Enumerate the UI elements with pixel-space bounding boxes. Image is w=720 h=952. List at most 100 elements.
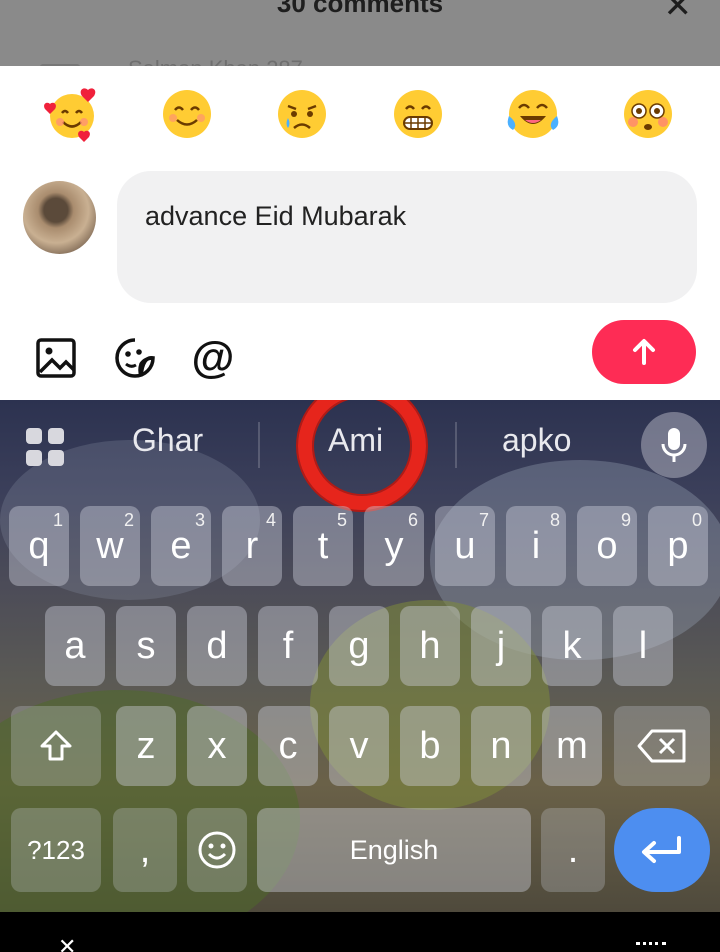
microphone-button[interactable] — [641, 412, 707, 478]
key-hint-number: 8 — [549, 510, 560, 530]
navigation-bar: ✕ — [0, 912, 720, 952]
key-z[interactable]: z — [116, 706, 176, 786]
smiling-face-icon[interactable] — [159, 86, 215, 142]
key-i[interactable]: i8 — [506, 506, 566, 586]
key-label: i — [531, 524, 541, 567]
symbols-key[interactable]: ?123 — [11, 808, 101, 892]
flushed-face-icon[interactable] — [620, 86, 676, 142]
key-label: f — [282, 624, 294, 667]
emoji-quick-bar — [0, 86, 720, 146]
key-n[interactable]: n — [471, 706, 531, 786]
key-label: l — [638, 624, 648, 667]
comment-panel: advance Eid Mubarak @ — [0, 66, 720, 400]
key-label: k — [562, 624, 582, 667]
key-p[interactable]: p0 — [648, 506, 708, 586]
crying-face-icon[interactable] — [274, 86, 330, 142]
key-f[interactable]: f — [258, 606, 318, 686]
microphone-icon — [661, 428, 687, 462]
key-s[interactable]: s — [116, 606, 176, 686]
key-x[interactable]: x — [187, 706, 247, 786]
enter-arrow-icon — [642, 836, 681, 863]
key-hint-number: 3 — [194, 510, 205, 530]
key-label: a — [64, 624, 86, 667]
key-hint-number: 2 — [123, 510, 134, 530]
key-label: q — [28, 524, 50, 567]
comment-input-text[interactable]: advance Eid Mubarak — [145, 201, 406, 232]
key-a[interactable]: a — [45, 606, 105, 686]
arrow-up-icon — [633, 339, 655, 365]
apps-grid-icon[interactable] — [24, 426, 66, 468]
key-label: w — [96, 524, 124, 567]
image-icon[interactable] — [34, 336, 78, 380]
enter-key[interactable] — [614, 808, 710, 892]
mention-icon[interactable]: @ — [191, 336, 235, 380]
hide-keyboard-icon[interactable]: ✕ — [58, 934, 76, 952]
key-hint-number: 4 — [265, 510, 276, 530]
key-label: e — [170, 524, 192, 567]
key-label: o — [596, 524, 618, 567]
key-k[interactable]: k — [542, 606, 602, 686]
key-g[interactable]: g — [329, 606, 389, 686]
key-label: c — [278, 724, 298, 767]
period-key[interactable]: . — [541, 808, 605, 892]
emoji-key[interactable] — [187, 808, 247, 892]
key-w[interactable]: w2 — [80, 506, 140, 586]
behind-username: Salman Khan 287 — [128, 56, 303, 66]
key-u[interactable]: u7 — [435, 506, 495, 586]
user-avatar — [23, 181, 96, 254]
key-o[interactable]: o9 — [577, 506, 637, 586]
tears-of-joy-icon[interactable] — [505, 86, 561, 142]
backspace-icon — [637, 729, 686, 763]
backspace-key[interactable] — [614, 706, 710, 786]
suggestion-1[interactable]: Ghar — [132, 422, 203, 459]
send-button[interactable] — [592, 320, 696, 384]
suggestion-3[interactable]: apko — [502, 422, 571, 459]
smiling-face-with-hearts-icon[interactable] — [44, 86, 100, 142]
key-label: d — [206, 624, 228, 667]
key-d[interactable]: d — [187, 606, 247, 686]
behind-comment: Salman Khan 287 — [40, 56, 380, 66]
comma-key[interactable]: , — [113, 808, 177, 892]
comments-count-title: 30 comments — [276, 0, 444, 18]
highlight-circle — [298, 400, 426, 510]
key-label: y — [384, 524, 404, 567]
suggestion-divider — [258, 422, 260, 468]
key-r[interactable]: r4 — [222, 506, 282, 586]
key-t[interactable]: t5 — [293, 506, 353, 586]
key-h[interactable]: h — [400, 606, 460, 686]
key-b[interactable]: b — [400, 706, 460, 786]
key-y[interactable]: y6 — [364, 506, 424, 586]
key-label: u — [454, 524, 476, 567]
key-v[interactable]: v — [329, 706, 389, 786]
comment-input[interactable]: advance Eid Mubarak — [117, 171, 697, 303]
key-hint-number: 1 — [52, 510, 63, 530]
shift-key[interactable] — [11, 706, 101, 786]
key-label: p — [667, 524, 689, 567]
keyboard-switch-icon[interactable] — [636, 942, 666, 948]
grinning-face-icon[interactable] — [390, 86, 446, 142]
comments-header: 30 comments ✕ Salman Khan 287 — [0, 0, 720, 66]
close-icon[interactable]: ✕ — [664, 0, 693, 26]
key-label: n — [490, 724, 512, 767]
key-l[interactable]: l — [613, 606, 673, 686]
key-c[interactable]: c — [258, 706, 318, 786]
key-label: g — [348, 624, 370, 667]
sticker-icon[interactable] — [113, 336, 157, 380]
suggestion-divider — [455, 422, 457, 468]
emoji-face-icon — [198, 831, 236, 869]
soft-keyboard: Ghar Ami apko q1w2e3r4t5y6u7i8o9p0 asdfg… — [0, 400, 720, 912]
key-j[interactable]: j — [471, 606, 531, 686]
suggestion-bar: Ghar Ami apko — [0, 400, 720, 510]
key-hint-number: 7 — [478, 510, 489, 530]
key-e[interactable]: e3 — [151, 506, 211, 586]
key-label: s — [136, 624, 156, 667]
key-hint-number: 9 — [620, 510, 631, 530]
key-hint-number: 0 — [691, 510, 702, 530]
key-label: x — [207, 724, 227, 767]
space-bar[interactable]: English — [257, 808, 531, 892]
key-hint-number: 6 — [407, 510, 418, 530]
shift-arrow-icon — [40, 730, 72, 761]
key-q[interactable]: q1 — [9, 506, 69, 586]
key-hint-number: 5 — [336, 510, 347, 530]
key-m[interactable]: m — [542, 706, 602, 786]
